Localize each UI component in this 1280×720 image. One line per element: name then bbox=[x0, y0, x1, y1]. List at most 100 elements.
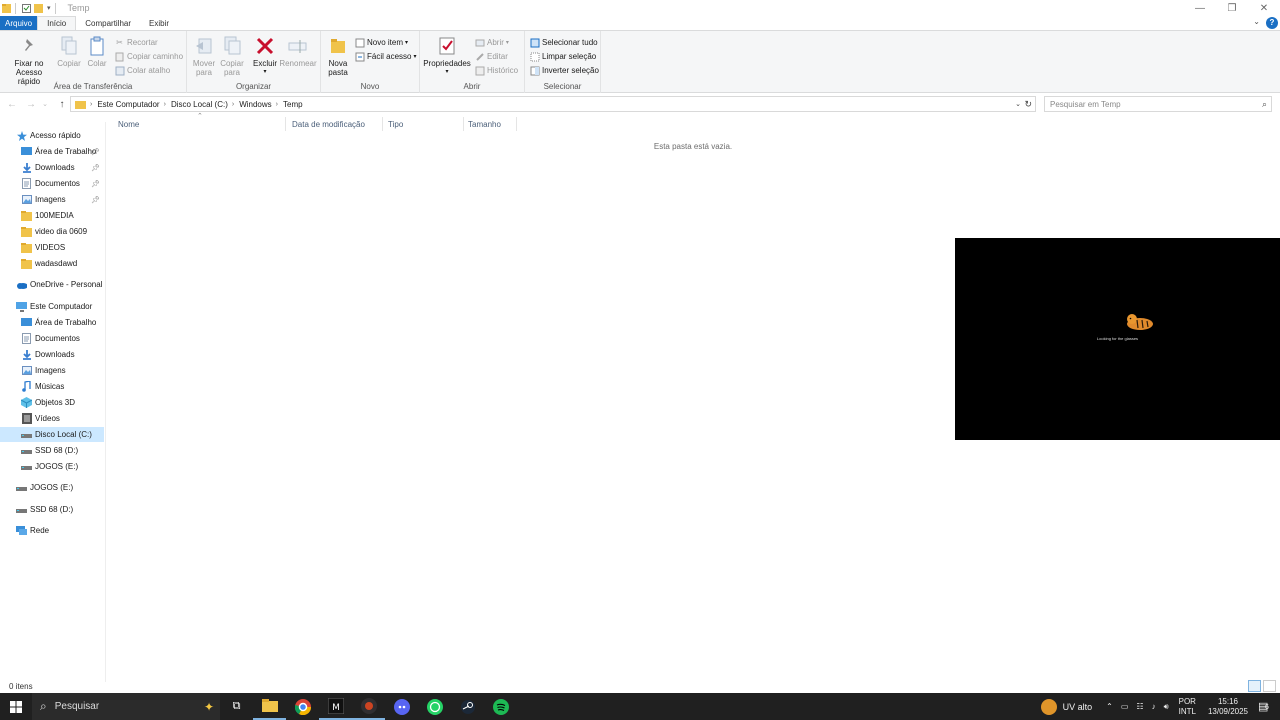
nav-item-video-dia-0609[interactable]: video dia 0609 bbox=[0, 224, 104, 239]
nav-item-downloads[interactable]: Downloads 📌︎ bbox=[0, 160, 104, 175]
nav-item-m-sicas[interactable]: Músicas bbox=[0, 379, 104, 394]
breadcrumb-local-disk[interactable]: Disco Local (C:) bbox=[171, 100, 228, 109]
chrome-icon[interactable] bbox=[286, 693, 319, 720]
nav-item-ssd-68-d[interactable]: SSD 68 (D:) bbox=[0, 502, 104, 517]
breadcrumb-temp[interactable]: Temp bbox=[283, 100, 303, 109]
close-icon[interactable]: ✕ bbox=[1248, 0, 1280, 16]
nav-item-imagens[interactable]: Imagens 📌︎ bbox=[0, 192, 104, 207]
copy-label: Copiar bbox=[57, 59, 81, 68]
show-hidden-icons-icon[interactable]: ⌃ bbox=[1106, 702, 1113, 711]
tab-file[interactable]: Arquivo bbox=[0, 16, 38, 30]
microphone-icon[interactable]: ♪ bbox=[1152, 702, 1156, 711]
nav-item-jogos-e[interactable]: JOGOS (E:) bbox=[0, 459, 104, 474]
task-view-icon[interactable]: ⧉ bbox=[220, 693, 253, 720]
minimize-icon[interactable]: — bbox=[1184, 0, 1216, 16]
clock[interactable]: 15:16 13/09/2025 bbox=[1208, 697, 1248, 717]
paste-shortcut-button[interactable]: Colar atalho bbox=[114, 64, 170, 77]
nav-item-onedrive-personal[interactable]: OneDrive - Personal bbox=[0, 277, 104, 292]
properties-button[interactable]: Propriedades ▾ bbox=[423, 35, 471, 77]
notifications-icon[interactable]: ▤ 6 bbox=[1258, 700, 1276, 713]
nav-item-ssd-68-d[interactable]: SSD 68 (D:) bbox=[0, 443, 104, 458]
open-button[interactable]: Abrir ▾ bbox=[474, 36, 509, 49]
spotify-icon[interactable] bbox=[484, 693, 517, 720]
search-icon[interactable]: ⌕ bbox=[1262, 99, 1267, 110]
address-dropdown-icon[interactable]: ⌄ bbox=[1015, 100, 1021, 108]
nav-item-rea-de-trabalho[interactable]: Área de Trabalho bbox=[0, 315, 104, 330]
nav-item-documentos[interactable]: Documentos bbox=[0, 331, 104, 346]
nav-item-imagens[interactable]: Imagens bbox=[0, 363, 104, 378]
nav-item-rea-de-trabalho[interactable]: Área de Trabalho 📌︎ bbox=[0, 144, 104, 159]
rename-button[interactable]: Renomear bbox=[279, 35, 317, 68]
search-input[interactable]: Pesquisar em Temp ⌕ bbox=[1044, 96, 1272, 112]
column-header-name[interactable]: Nome bbox=[118, 117, 288, 131]
column-header-date[interactable]: Data de modificação bbox=[292, 117, 384, 131]
nav-item-videos[interactable]: VIDEOS bbox=[0, 240, 104, 255]
nav-item-documentos[interactable]: Documentos 📌︎ bbox=[0, 176, 104, 191]
monitor-icon[interactable]: ▭ bbox=[1121, 702, 1129, 711]
nav-item-objetos-3d[interactable]: Objetos 3D bbox=[0, 395, 104, 410]
volume-icon[interactable]: 🔊︎ bbox=[1164, 702, 1169, 712]
tab-home[interactable]: Início bbox=[37, 16, 77, 30]
weather-widget[interactable]: UV alto bbox=[1040, 698, 1092, 715]
language-indicator[interactable]: POR INTL bbox=[1179, 697, 1196, 717]
nav-item-acesso-r-pido[interactable]: Acesso rápido bbox=[0, 128, 104, 143]
properties-icon[interactable] bbox=[22, 3, 31, 14]
discord-icon[interactable] bbox=[385, 693, 418, 720]
address-bar[interactable]: › Este Computador › Disco Local (C:) › W… bbox=[70, 96, 1036, 112]
steam-icon[interactable] bbox=[451, 693, 484, 720]
capcut-icon[interactable]: M bbox=[319, 693, 352, 720]
qa-chevron-icon[interactable]: ▾ bbox=[47, 4, 51, 12]
chevron-down-icon[interactable]: ⌄ bbox=[1253, 17, 1260, 26]
language-code: POR bbox=[1178, 696, 1196, 706]
paste-button[interactable]: Colar bbox=[85, 35, 109, 68]
pin-quick-access-button[interactable]: Fixar no Acesso rápido bbox=[4, 35, 54, 86]
restore-icon[interactable]: ❐ bbox=[1216, 0, 1248, 16]
edit-button[interactable]: Editar bbox=[474, 50, 508, 63]
forward-arrow-icon[interactable]: → bbox=[24, 99, 38, 110]
whatsapp-icon[interactable] bbox=[418, 693, 451, 720]
invert-selection-button[interactable]: Inverter seleção bbox=[529, 64, 599, 77]
nav-item-downloads[interactable]: Downloads bbox=[0, 347, 104, 362]
nav-item-100media[interactable]: 100MEDIA bbox=[0, 208, 104, 223]
nav-item-este-computador[interactable]: Este Computador bbox=[0, 299, 104, 314]
select-all-button[interactable]: Selecionar tudo bbox=[529, 36, 598, 49]
taskbar-search[interactable]: ⌕ Pesquisar ✦ bbox=[32, 693, 220, 720]
history-button[interactable]: Histórico bbox=[474, 64, 518, 77]
move-to-button[interactable]: Mover para bbox=[190, 35, 218, 77]
recent-chevron-icon[interactable]: ⌄ bbox=[38, 100, 52, 108]
nav-item-rede[interactable]: Rede bbox=[0, 523, 104, 538]
clear-selection-button[interactable]: Limpar seleção bbox=[529, 50, 596, 63]
refresh-icon[interactable]: ↻ bbox=[1024, 99, 1032, 110]
copy-button[interactable]: Copiar bbox=[56, 35, 82, 68]
video-overlay[interactable]: Looking for the glasses bbox=[955, 238, 1280, 440]
details-view-icon[interactable] bbox=[1248, 680, 1261, 692]
breadcrumb-this-pc[interactable]: Este Computador bbox=[97, 100, 159, 109]
cut-button[interactable]: ✂ Recortar bbox=[114, 36, 158, 49]
large-icons-view-icon[interactable] bbox=[1263, 680, 1276, 692]
help-icon[interactable]: ? bbox=[1266, 17, 1278, 29]
column-header-type[interactable]: Tipo bbox=[388, 117, 460, 131]
windows-start-icon[interactable] bbox=[0, 693, 32, 720]
nav-item-jogos-e[interactable]: JOGOS (E:) bbox=[0, 480, 104, 495]
new-folder-button[interactable]: Nova pasta bbox=[325, 35, 351, 77]
copy-to-button[interactable]: Copiar para bbox=[218, 35, 246, 77]
nav-item-disco-local-c[interactable]: Disco Local (C:) bbox=[0, 427, 104, 442]
nav-item-wadasdawd[interactable]: wadasdawd bbox=[0, 256, 104, 271]
network-icon[interactable]: ☷ bbox=[1136, 702, 1143, 711]
obs-icon[interactable] bbox=[352, 693, 385, 720]
tab-share[interactable]: Compartilhar bbox=[76, 16, 140, 30]
tab-view[interactable]: Exibir bbox=[140, 16, 178, 30]
new-item-button[interactable]: Novo item ▾ bbox=[354, 36, 408, 49]
breadcrumb-windows[interactable]: Windows bbox=[239, 100, 271, 109]
new-folder-icon[interactable] bbox=[34, 3, 43, 14]
copy-path-button[interactable]: Copiar caminho bbox=[114, 50, 183, 63]
nav-item-v-deos[interactable]: Vídeos bbox=[0, 411, 104, 426]
easy-access-button[interactable]: Fácil acesso ▾ bbox=[354, 50, 416, 63]
back-arrow-icon[interactable]: ← bbox=[5, 99, 19, 110]
file-explorer-icon[interactable] bbox=[253, 693, 286, 720]
column-header-size[interactable]: Tamanho bbox=[468, 117, 516, 131]
nav-item-label: Área de Trabalho bbox=[35, 318, 97, 327]
delete-button[interactable]: Excluir ▾ bbox=[250, 35, 280, 77]
up-arrow-icon[interactable]: ↑ bbox=[55, 99, 69, 110]
nav-item-label: Este Computador bbox=[30, 302, 93, 311]
